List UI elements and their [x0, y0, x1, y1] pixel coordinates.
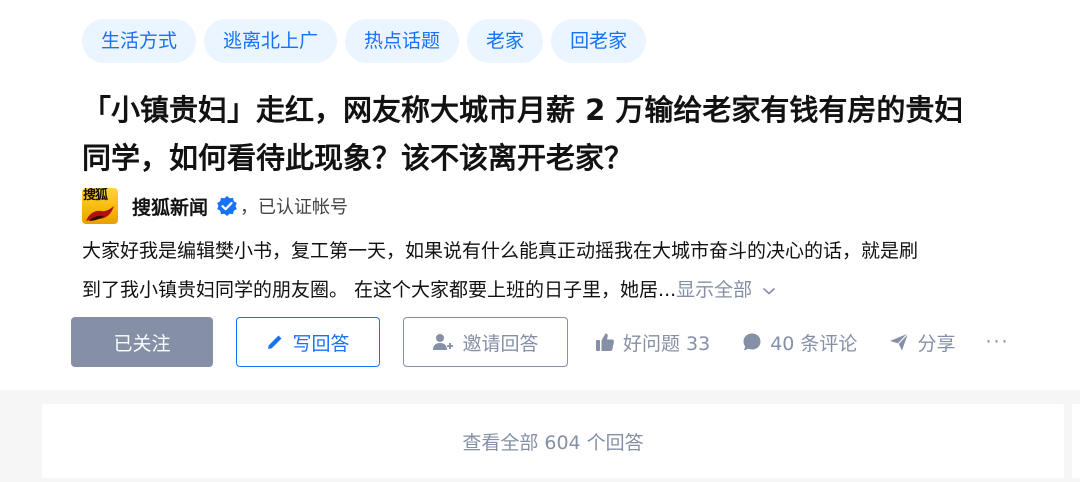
page-edge	[1072, 404, 1080, 478]
comments-button[interactable]: 40 条评论	[742, 329, 857, 356]
comments-label: 40 条评论	[770, 332, 858, 355]
excerpt-line: 大家好我是编辑樊小书，复工第一天，如果说有什么能真正动摇我在大城市奋斗的决心的话…	[82, 240, 919, 262]
share-button[interactable]: 分享	[889, 329, 955, 356]
comment-bubble-icon	[743, 333, 761, 351]
topic-tag[interactable]: 回老家	[551, 19, 647, 63]
chevron-down-icon	[763, 287, 776, 295]
good-question-label: 好问题 33	[623, 332, 711, 355]
action-bar: 已关注 写回答 邀请回答 好问题 33 40 条评论 分享 ···	[71, 317, 1010, 367]
good-question-button[interactable]: 好问题 33	[595, 329, 710, 356]
question-title[interactable]: 「小镇贵妇」走红，网友称大城市月薪 2 万输给老家有钱有房的贵妇 同学，如何看待…	[82, 86, 1080, 182]
topic-tag[interactable]: 逃离北上广	[204, 19, 338, 63]
question-title-line: 同学，如何看待此现象？该不该离开老家？	[82, 141, 634, 175]
excerpt-line: 到了我小镇贵妇同学的朋友圈。 在这个大家都要上班的日子里，她居...	[82, 279, 677, 301]
more-options-button[interactable]: ···	[985, 331, 1009, 353]
question-title-line: 「小镇贵妇」走红，网友称大城市月薪 2 万输给老家有钱有房的贵妇	[82, 93, 964, 127]
invite-answer-label: 邀请回答	[462, 332, 539, 355]
verified-badge-icon	[217, 196, 237, 216]
follow-button[interactable]: 已关注	[71, 317, 213, 367]
view-all-answers-label: 查看全部 604 个回答	[462, 431, 644, 454]
invite-user-icon	[433, 334, 454, 350]
view-all-answers-button[interactable]: 查看全部 604 个回答	[42, 404, 1064, 478]
invite-answer-button[interactable]: 邀请回答	[403, 317, 568, 367]
write-answer-button[interactable]: 写回答	[236, 317, 380, 367]
topic-tag[interactable]: 热点话题	[345, 19, 460, 63]
share-label: 分享	[917, 332, 956, 355]
avatar-logo-text: 搜狐	[83, 188, 108, 203]
topic-tag[interactable]: 老家	[467, 19, 544, 63]
excerpt-line-2: 到了我小镇贵妇同学的朋友圈。 在这个大家都要上班的日子里，她居...显示全部	[82, 271, 1080, 310]
answer-excerpt[interactable]: 大家好我是编辑樊小书，复工第一天，如果说有什么能真正动摇我在大城市奋斗的决心的话…	[82, 232, 1080, 310]
share-send-icon	[890, 333, 909, 351]
show-all-button[interactable]: 显示全部	[676, 279, 776, 301]
write-answer-label: 写回答	[292, 332, 350, 355]
question-card: 生活方式 逃离北上广 热点话题 老家 回老家 「小镇贵妇」走红，网友称大城市月薪…	[0, 0, 1080, 390]
author-name[interactable]: 搜狐新闻	[132, 193, 208, 220]
verified-label: ，已认证帐号	[240, 197, 349, 218]
topic-tag[interactable]: 生活方式	[82, 19, 197, 63]
topic-tags: 生活方式 逃离北上广 热点话题 老家 回老家	[82, 19, 647, 63]
author-info: 搜狐 搜狐新闻 ，已认证帐号	[82, 187, 348, 225]
pencil-icon	[268, 335, 282, 349]
author-avatar[interactable]: 搜狐	[82, 188, 118, 224]
thumbs-up-icon	[596, 333, 614, 351]
fox-logo-icon	[86, 206, 114, 221]
show-all-label: 显示全部	[676, 279, 753, 301]
